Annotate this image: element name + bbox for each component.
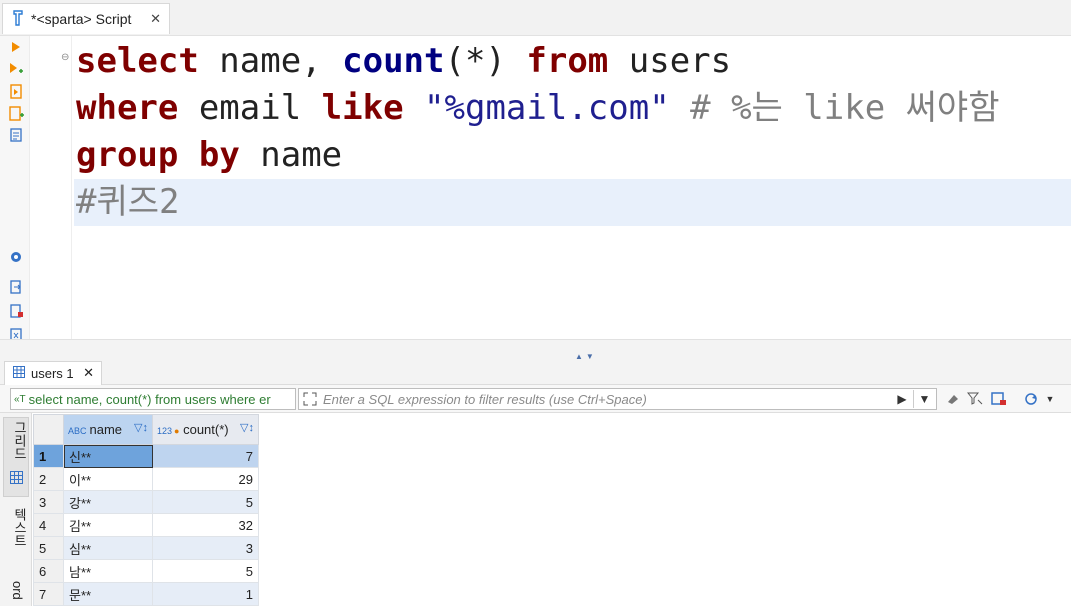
filter-expression-input[interactable]: Enter a SQL expression to filter results…	[298, 388, 937, 410]
table-row[interactable]: 1 신** 7	[33, 444, 259, 468]
settings-gear-icon[interactable]	[7, 248, 25, 266]
column-count-label: count(*)	[183, 422, 229, 437]
count-cell[interactable]: 5	[152, 559, 259, 583]
row-number: 7	[33, 582, 64, 606]
sql-query-icon: «T	[14, 393, 26, 405]
execute-statement-icon[interactable]	[7, 38, 25, 56]
apply-filter-icon[interactable]: ▶	[895, 390, 909, 408]
name-cell[interactable]: 김**	[63, 513, 153, 537]
table-row[interactable]: 5 심** 3	[33, 536, 259, 560]
sql-code[interactable]: select name, count(*) from users where e…	[74, 38, 1071, 226]
header-row: ABC name ▽↕ 123 ● count(*) ▽↕	[33, 414, 259, 445]
editor-tab-bar: *<sparta> Script ✕	[0, 0, 1071, 36]
refresh-icon[interactable]	[1022, 390, 1040, 408]
execute-script-icon[interactable]	[7, 82, 25, 100]
count-cell[interactable]: 5	[152, 490, 259, 514]
close-tab-icon[interactable]: ✕	[150, 11, 161, 27]
line-gutter	[30, 36, 72, 339]
name-cell[interactable]: 이**	[63, 467, 153, 491]
sort-filter-icon[interactable]: ▽↕	[134, 421, 148, 434]
filter-placeholder: Enter a SQL expression to filter results…	[323, 391, 647, 407]
script-file-icon	[11, 9, 25, 29]
code-line: where email like "%gmail.com" # %는 like …	[76, 88, 1000, 128]
table-row[interactable]: 3 강** 5	[33, 490, 259, 514]
name-cell[interactable]: 남**	[63, 559, 153, 583]
count-cell[interactable]: 1	[152, 582, 259, 606]
filter-toolbar: «T select name, count(*) from users wher…	[0, 385, 1071, 413]
column-header-name[interactable]: ABC name ▽↕	[63, 414, 153, 445]
table-row[interactable]: 6 남** 5	[33, 559, 259, 583]
code-line: group by name	[76, 135, 343, 175]
tab-users-1[interactable]: users 1 ✕	[4, 361, 102, 385]
query-text: select name, count(*) from users where e…	[28, 391, 271, 407]
text-type-icon: ABC	[68, 426, 87, 436]
results-tab-bar: users 1 ✕	[0, 361, 1071, 385]
export-icon[interactable]	[7, 278, 25, 296]
tab-sparta-script[interactable]: *<sparta> Script ✕	[2, 3, 170, 34]
close-results-tab-icon[interactable]: ✕	[83, 365, 94, 381]
editor-toolbar	[0, 36, 30, 356]
code-line: select name, count(*) from users	[76, 41, 732, 81]
fold-toggle-icon[interactable]: ⊖	[61, 52, 69, 63]
sort-filter-icon[interactable]: ▽↕	[240, 421, 254, 434]
explain-plan-icon[interactable]	[7, 126, 25, 144]
expand-filter-icon[interactable]	[303, 392, 317, 409]
name-cell[interactable]: 신**	[63, 444, 153, 468]
row-number: 5	[33, 536, 64, 560]
grid-view-icon	[10, 471, 23, 487]
row-number: 2	[33, 467, 64, 491]
results-grid[interactable]: ABCname ▽↕ 123● count(*) ▽↕ 1 신** 7 2	[33, 414, 259, 606]
tab-title: *<sparta> Script	[31, 11, 132, 27]
table-row[interactable]: 7 문** 1	[33, 582, 259, 606]
collapse-toggle-icon[interactable]: ▲▼	[575, 352, 597, 361]
refresh-dropdown-icon[interactable]: ▼	[1044, 390, 1056, 408]
column-header-count[interactable]: 123 ● count(*) ▽↕	[152, 414, 259, 445]
filter-settings-icon[interactable]	[966, 390, 984, 408]
row-number-header	[33, 414, 64, 445]
number-type-icon: 123	[157, 426, 173, 436]
filter-history-dropdown-icon[interactable]: ▼	[913, 390, 935, 408]
clear-filter-icon[interactable]	[945, 390, 961, 408]
dbeaver-window: *<sparta> Script ✕ ⊖ select name, count(…	[0, 0, 1071, 606]
new-script-icon[interactable]	[7, 302, 25, 320]
execute-in-new-tab-icon[interactable]	[7, 60, 25, 78]
name-cell[interactable]: 강**	[63, 490, 153, 514]
count-cell[interactable]: 29	[152, 467, 259, 491]
record-view-label[interactable]: ord	[10, 581, 25, 600]
key-dot-icon: ●	[174, 426, 180, 436]
grid-view-label: 그리드	[12, 421, 27, 460]
table-icon	[13, 366, 25, 381]
table-row[interactable]: 4 김** 32	[33, 513, 259, 537]
name-cell[interactable]: 심**	[63, 536, 153, 560]
count-cell[interactable]: 7	[152, 444, 259, 468]
panel-splitter[interactable]	[0, 339, 1071, 361]
count-cell[interactable]: 32	[152, 513, 259, 537]
results-table: ABCname ▽↕ 123● count(*) ▽↕ 1 신** 7 2	[33, 414, 259, 606]
table-row[interactable]: 2 이** 29	[33, 467, 259, 491]
row-number: 3	[33, 490, 64, 514]
row-number: 6	[33, 559, 64, 583]
name-cell[interactable]: 문**	[63, 582, 153, 606]
results-tab-label: users 1	[31, 366, 74, 381]
row-number: 1	[33, 444, 64, 468]
code-line-current: #퀴즈2	[74, 179, 1071, 226]
column-name-label: name	[89, 422, 123, 437]
save-filter-icon[interactable]	[990, 390, 1008, 408]
query-text-field[interactable]: «T select name, count(*) from users wher…	[10, 388, 296, 410]
execute-script-new-tab-icon[interactable]	[7, 104, 25, 122]
count-cell[interactable]: 3	[152, 536, 259, 560]
text-view-label[interactable]: 텍스트	[10, 508, 29, 547]
row-number: 4	[33, 513, 64, 537]
view-mode-tabs: 그리드 텍스트 ord	[0, 413, 32, 606]
